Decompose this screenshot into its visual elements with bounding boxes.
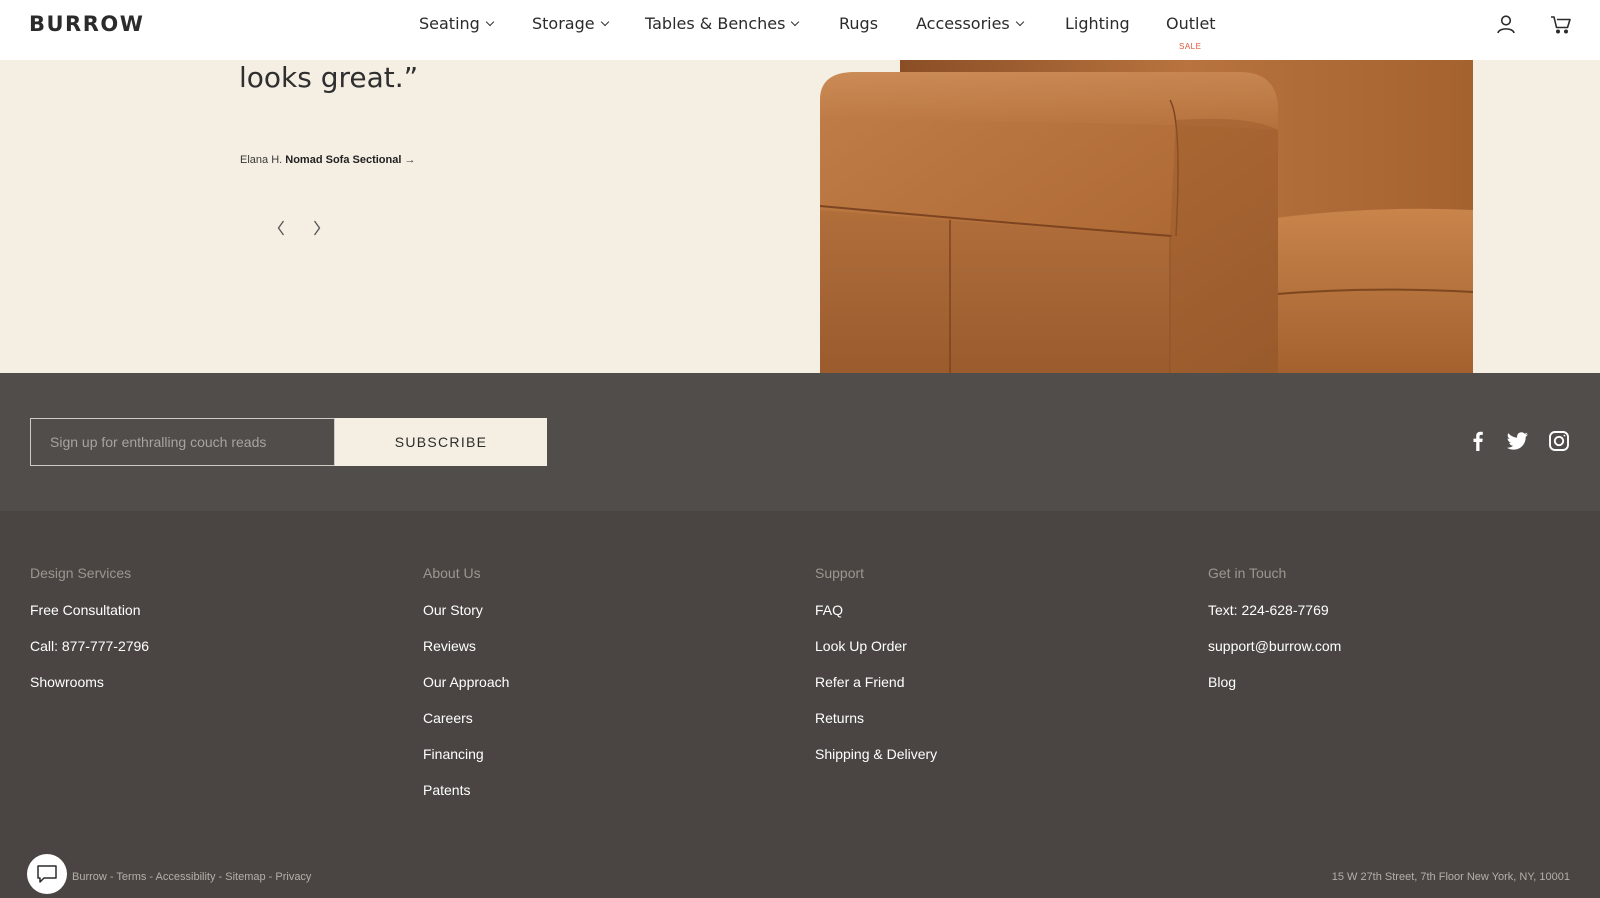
testimonial-attribution: Elana H. Nomad Sofa Sectional → [240,154,415,166]
footer-col-title: Design Services [30,565,132,581]
newsletter-band: SUBSCRIBE [0,373,1600,511]
link-returns[interactable]: Returns [815,710,937,726]
cart-icon[interactable] [1550,13,1572,35]
account-icon[interactable] [1495,13,1517,35]
leather-sofa-image [820,60,1473,373]
nav-outlet-label: Outlet [1166,14,1216,33]
nav-storage-label: Storage [532,14,595,33]
link-sitemap[interactable]: Sitemap [225,871,265,883]
newsletter-email-input[interactable] [30,418,335,466]
site-footer: Design Services Free Consultation Call: … [0,511,1600,898]
link-our-approach[interactable]: Our Approach [423,674,509,690]
main-nav: Seating Storage Tables & Benches Rugs Ac… [0,0,1600,60]
link-support-email[interactable]: support@burrow.com [1208,638,1341,654]
subscribe-button[interactable]: SUBSCRIBE [335,418,547,466]
chevron-down-icon [1015,17,1025,26]
link-privacy[interactable]: Privacy [275,871,311,883]
nav-storage[interactable]: Storage [532,14,609,33]
testimonial-section: looks great.” Elana H. Nomad Sofa Sectio… [0,60,1600,373]
instagram-icon[interactable] [1547,429,1571,453]
nav-outlet[interactable]: Outlet [1166,14,1216,33]
link-terms[interactable]: Terms [116,871,146,883]
link-careers[interactable]: Careers [423,710,509,726]
footer-col-about-us: About Us Our Story Reviews Our Approach … [423,565,509,818]
link-shipping-delivery[interactable]: Shipping & Delivery [815,746,937,762]
chevron-left-icon[interactable] [271,218,291,238]
chevron-down-icon [600,17,609,26]
link-patents[interactable]: Patents [423,782,509,798]
nav-accessories[interactable]: Accessories [916,14,1025,33]
link-our-story[interactable]: Our Story [423,602,509,618]
footer-col-title: Get in Touch [1208,565,1287,581]
link-refer-a-friend[interactable]: Refer a Friend [815,674,937,690]
chevron-right-icon[interactable] [307,218,327,238]
footer-col-get-in-touch: Get in Touch Text: 224-628-7769 support@… [1208,565,1341,710]
footer-col-title: Support [815,565,865,581]
link-blog[interactable]: Blog [1208,674,1341,690]
chevron-down-icon [791,17,800,26]
nav-lighting-label: Lighting [1065,14,1130,33]
link-reviews[interactable]: Reviews [423,638,509,654]
footer-col-support: Support FAQ Look Up Order Refer a Friend… [815,565,937,782]
testimonial-product-link[interactable]: Nomad Sofa Sectional [285,154,401,166]
link-accessibility[interactable]: Accessibility [156,871,216,883]
arrow-right-icon: → [404,154,416,166]
nav-lighting[interactable]: Lighting [1065,14,1130,33]
chevron-down-icon [485,17,495,26]
nav-rugs-label: Rugs [839,14,879,33]
link-look-up-order[interactable]: Look Up Order [815,638,937,654]
nav-tables-benches-label: Tables & Benches [645,14,786,33]
link-faq[interactable]: FAQ [815,602,937,618]
nav-rugs[interactable]: Rugs [839,14,878,33]
twitter-icon[interactable] [1504,429,1528,453]
link-showrooms[interactable]: Showrooms [30,674,149,690]
link-burrow[interactable]: Burrow [72,871,107,883]
nav-seating[interactable]: Seating [419,14,495,33]
nav-seating-label: Seating [419,14,480,33]
facebook-icon[interactable] [1466,429,1490,453]
company-address: 15 W 27th Street, 7th Floor New York, NY… [1331,871,1570,883]
footer-col-design-services: Design Services Free Consultation Call: … [30,565,149,710]
legal-links: Burrow - Terms - Accessibility - Sitemap… [72,871,312,883]
testimonial-quote: looks great.” [239,61,419,94]
link-free-consultation[interactable]: Free Consultation [30,602,149,618]
link-financing[interactable]: Financing [423,746,509,762]
footer-col-title: About Us [423,565,481,581]
nav-accessories-label: Accessories [916,14,1010,33]
site-header: BURROW Seating Storage Tables & Benches … [0,0,1600,60]
sale-badge: SALE [1179,42,1202,51]
nav-tables-benches[interactable]: Tables & Benches [645,14,800,33]
link-call[interactable]: Call: 877-777-2796 [30,638,149,654]
testimonial-author: Elana H. [240,154,283,166]
chat-icon [37,865,57,883]
chat-button[interactable] [27,854,67,894]
link-text-phone[interactable]: Text: 224-628-7769 [1208,602,1341,618]
